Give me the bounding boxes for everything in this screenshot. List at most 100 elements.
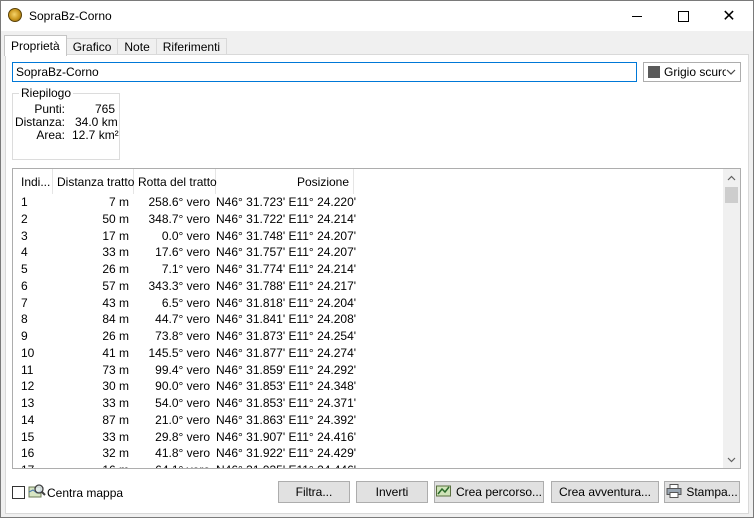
cell-segment-distance: 43 m — [102, 295, 129, 310]
cell-index: 7 — [21, 295, 28, 310]
minimize-button[interactable] — [614, 1, 660, 31]
table-row[interactable]: 11 73 m 99.4° vero N46° 31.859' E11° 24.292… — [13, 362, 725, 379]
table-row[interactable]: 5 26 m 7.1° vero N46° 31.774' E11° 24.214' — [13, 261, 725, 278]
cell-segment-bearing: 258.6° vero — [148, 195, 210, 209]
table-row[interactable]: 8 84 m 44.7° vero N46° 31.841' E11° 24.208' — [13, 311, 725, 328]
cell-position: N46° 31.757' E11° 24.207' — [216, 245, 357, 260]
maximize-icon — [677, 10, 689, 22]
summary-row-points: Punti: 765 — [13, 102, 121, 116]
scroll-up-button[interactable] — [723, 169, 740, 186]
center-map-label[interactable]: Centra mappa — [47, 486, 123, 500]
color-dropdown[interactable]: Grigio scuro — [643, 62, 741, 82]
cell-position: N46° 31.722' E11° 24.214' — [216, 211, 357, 226]
cell-position: N46° 31.877' E11° 24.274' — [216, 345, 357, 360]
cell-position: N46° 31.748' E11° 24.207' — [216, 228, 357, 243]
table-row[interactable]: 2 50 m 348.7° vero N46° 31.722' E11° 24.214… — [13, 211, 725, 228]
close-icon: ✕ — [722, 8, 736, 25]
cell-position: N46° 31.853' E11° 24.348' — [216, 379, 357, 394]
create-adventure-button[interactable]: Crea avventura... — [551, 481, 659, 503]
summary-label: Area: — [36, 128, 65, 142]
table-row[interactable]: 10 41 m 145.5° vero N46° 31.877' E11° 24.27… — [13, 345, 725, 362]
route-icon — [435, 484, 452, 500]
cell-segment-bearing: 343.3° vero — [148, 278, 210, 293]
vertical-scrollbar[interactable] — [723, 169, 740, 468]
cell-segment-distance: 87 m — [102, 412, 129, 427]
table-row[interactable]: 3 17 m 0.0° vero N46° 31.748' E11° 24.207' — [13, 228, 725, 245]
create-route-button-label: Crea percorso... — [455, 485, 543, 499]
cell-index: 14 — [21, 412, 35, 427]
tab-properties[interactable]: Proprietà — [4, 35, 67, 56]
cell-index: 17 — [21, 462, 34, 468]
table-row[interactable]: 16 32 m 41.8° vero N46° 31.922' E11° 24.429… — [13, 445, 725, 462]
cell-segment-bearing: 99.4° vero — [155, 362, 210, 377]
table-row[interactable]: 4 33 m 17.6° vero N46° 31.757' E11° 24.207' — [13, 244, 725, 261]
cell-segment-distance: 33 m — [102, 245, 129, 260]
cell-index: 11 — [21, 362, 34, 377]
column-header-segment-bearing[interactable]: Rotta del tratto — [134, 169, 217, 194]
cell-position: N46° 31.818' E11° 24.204' — [216, 295, 357, 310]
cell-index: 5 — [21, 262, 28, 276]
create-route-button[interactable]: Crea percorso... — [434, 481, 544, 503]
cell-segment-bearing: 17.6° vero — [155, 245, 210, 260]
maximize-button[interactable] — [660, 1, 706, 31]
cell-segment-bearing: 90.0° vero — [155, 379, 210, 394]
cell-index: 8 — [21, 312, 28, 327]
color-dropdown-value: Grigio scuro — [664, 65, 726, 79]
cell-segment-distance: 41 m — [102, 345, 129, 360]
table-row[interactable]: 17 16 m 64.1° vero N46° 31.935' E11° 24.446… — [13, 462, 725, 468]
invert-button[interactable]: Inverti — [356, 481, 428, 503]
cell-segment-distance: 26 m — [102, 262, 129, 276]
cell-segment-distance: 26 m — [102, 329, 129, 343]
column-header-position[interactable]: Posizione — [216, 169, 354, 194]
create-adventure-button-label: Crea avventura... — [558, 485, 652, 499]
properties-panel: Grigio scuro Riepilogo Punti: 765 Distan… — [5, 54, 749, 514]
cell-position: N46° 31.907' E11° 24.416' — [216, 429, 357, 444]
table-row[interactable]: 15 33 m 29.8° vero N46° 31.907' E11° 24.416… — [13, 429, 725, 446]
points-table[interactable]: Indi... Distanza tratto Rotta del tratto… — [12, 168, 741, 469]
title-bar[interactable]: SopraBz-Corno ✕ — [1, 1, 753, 31]
cell-position: N46° 31.859' E11° 24.292' — [216, 362, 357, 377]
column-header-segment-distance[interactable]: Distanza tratto — [53, 169, 134, 194]
chevron-down-icon — [727, 457, 736, 462]
table-header: Indi... Distanza tratto Rotta del tratto… — [13, 169, 725, 194]
cell-position: N46° 31.935' E11° 24.446' — [216, 462, 356, 468]
cell-segment-distance: 7 m — [108, 195, 129, 209]
cell-segment-distance: 33 m — [102, 429, 129, 444]
table-row[interactable]: 1 7 m 258.6° vero N46° 31.723' E11° 24.220' — [13, 194, 725, 211]
table-row[interactable]: 9 26 m 73.8° vero N46° 31.873' E11° 24.254' — [13, 328, 725, 345]
cell-segment-bearing: 6.5° vero — [161, 295, 210, 310]
scroll-down-button[interactable] — [723, 451, 740, 468]
footer-bar: Centra mappa Filtra... Inverti Crea perc… — [6, 475, 748, 515]
minimize-icon — [632, 15, 642, 17]
scrollbar-thumb[interactable] — [725, 187, 738, 203]
summary-row-area: Area: 12.7 km² — [13, 128, 121, 142]
table-row[interactable]: 12 30 m 90.0° vero N46° 31.853' E11° 24.348… — [13, 378, 725, 395]
cell-segment-bearing: 29.8° vero — [155, 429, 210, 444]
cell-segment-distance: 32 m — [102, 446, 129, 461]
track-name-input[interactable] — [12, 62, 637, 82]
filter-button[interactable]: Filtra... — [278, 481, 350, 503]
table-row[interactable]: 13 33 m 54.0° vero N46° 31.853' E11° 24.371… — [13, 395, 725, 412]
column-header-index[interactable]: Indi... — [13, 169, 53, 194]
table-row[interactable]: 14 87 m 21.0° vero N46° 31.863' E11° 24.392… — [13, 412, 725, 429]
cell-segment-distance: 50 m — [102, 211, 129, 226]
cell-index: 6 — [21, 278, 28, 293]
cell-position: N46° 31.788' E11° 24.217' — [216, 278, 357, 293]
cell-index: 9 — [21, 329, 28, 343]
cell-index: 13 — [21, 396, 35, 410]
cell-segment-bearing: 41.8° vero — [155, 446, 210, 461]
cell-segment-bearing: 348.7° vero — [148, 211, 210, 226]
close-button[interactable]: ✕ — [706, 1, 752, 31]
table-row[interactable]: 7 43 m 6.5° vero N46° 31.818' E11° 24.204' — [13, 295, 725, 312]
summary-group: Riepilogo Punti: 765 Distanza: 34.0 km A… — [12, 86, 121, 160]
cell-position: N46° 31.873' E11° 24.254' — [216, 329, 357, 343]
cell-segment-bearing: 54.0° vero — [155, 396, 210, 410]
cell-index: 3 — [21, 228, 28, 243]
map-magnifier-icon — [28, 483, 46, 499]
center-map-checkbox[interactable] — [12, 486, 25, 499]
cell-segment-bearing: 64.1° vero — [134, 462, 210, 468]
window-title: SopraBz-Corno — [29, 9, 112, 23]
summary-value: 765 — [95, 102, 116, 116]
table-row[interactable]: 6 57 m 343.3° vero N46° 31.788' E11° 24.217… — [13, 278, 725, 295]
print-button[interactable]: Stampa... — [664, 481, 740, 503]
